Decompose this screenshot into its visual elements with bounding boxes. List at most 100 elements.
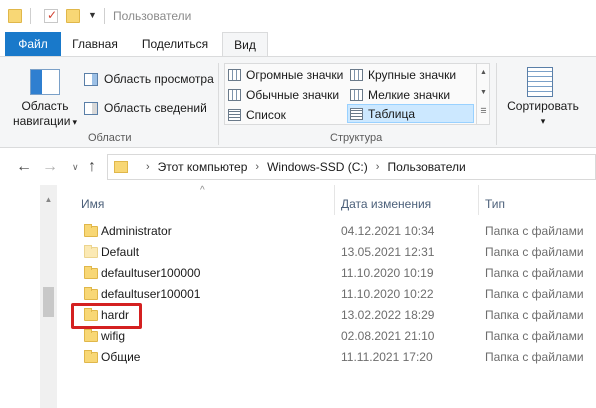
file-date: 13.02.2022 18:29 <box>341 308 435 322</box>
folder-icon <box>114 161 128 173</box>
tab-view[interactable]: Вид <box>222 32 268 57</box>
file-type: Папка с файлами <box>485 287 584 301</box>
chevron-down-icon: ▾ <box>540 116 546 126</box>
small-icons-icon <box>350 88 363 101</box>
layout-details[interactable]: Таблица <box>347 104 474 123</box>
layout-label: Крупные значки <box>368 67 457 82</box>
folder-icon <box>84 224 98 237</box>
details-pane-button[interactable]: Область сведений <box>84 98 207 118</box>
sort-label: Сортировать <box>507 99 579 113</box>
layout-medium-icons[interactable]: Обычные значки <box>226 85 346 104</box>
navigation-pane-label-2: навигации <box>13 114 71 128</box>
new-folder-icon[interactable] <box>66 9 80 23</box>
toolbar-divider <box>30 8 31 24</box>
table-row[interactable]: defaultuser100001 11.10.2020 10:22 Папка… <box>58 284 596 305</box>
file-date: 11.10.2020 10:19 <box>341 266 434 280</box>
layout-gallery-scroller[interactable]: ▲ ▼ ☰ <box>476 63 490 125</box>
preview-pane-button[interactable]: Область просмотра <box>84 69 214 89</box>
file-name: Administrator <box>101 224 172 238</box>
navigation-pane-label-1: Область <box>21 99 69 113</box>
column-header-name[interactable]: Имя <box>81 193 104 215</box>
scroll-up-icon[interactable]: ▲ <box>40 195 57 204</box>
column-divider[interactable] <box>478 185 479 215</box>
quick-access-dropdown-icon[interactable]: ▼ <box>88 10 97 20</box>
layout-label: Мелкие значки <box>368 87 451 102</box>
file-type: Папка с файлами <box>485 329 584 343</box>
navigation-pane-button[interactable]: Область навигации ▾ <box>12 99 78 130</box>
up-icon[interactable]: ↑ <box>88 158 96 176</box>
file-date: 04.12.2021 10:34 <box>341 224 435 238</box>
sort-icon[interactable] <box>527 67 553 97</box>
layout-extra-large-icons[interactable]: Огромные значки <box>226 65 346 84</box>
sort-button[interactable]: Сортировать ▾ <box>500 99 586 129</box>
scroll-down-icon[interactable]: ▼ <box>477 83 490 103</box>
breadcrumb-this-pc[interactable]: Этот компьютер <box>158 160 248 174</box>
navigation-row: ← → ∨ ↑ › Этот компьютер › Windows-SSD (… <box>0 149 596 185</box>
breadcrumb-drive[interactable]: Windows-SSD (C:) <box>267 160 368 174</box>
file-date: 13.05.2021 12:31 <box>341 245 435 259</box>
file-type: Папка с файлами <box>485 350 584 364</box>
file-type: Папка с файлами <box>485 308 584 322</box>
expand-gallery-icon[interactable]: ☰ <box>477 103 490 121</box>
file-name: Общие <box>101 350 141 364</box>
file-name: wifig <box>101 329 126 343</box>
layout-label: Обычные значки <box>246 87 340 102</box>
tab-share[interactable]: Поделиться <box>136 32 214 56</box>
table-row[interactable]: wifig 02.08.2021 21:10 Папка с файлами <box>58 326 596 347</box>
group-divider <box>496 63 497 145</box>
column-header-type[interactable]: Тип <box>485 193 505 215</box>
breadcrumb-separator[interactable]: › <box>146 161 150 173</box>
column-header-date[interactable]: Дата изменения <box>341 193 431 215</box>
layout-label: Таблица <box>368 106 416 121</box>
folder-icon <box>84 350 98 363</box>
table-row[interactable]: Default 13.05.2021 12:31 Папка с файлами <box>58 242 596 263</box>
file-date: 11.11.2021 17:20 <box>341 350 433 364</box>
file-type: Папка с файлами <box>485 224 584 238</box>
breadcrumb-separator[interactable]: › <box>255 161 259 173</box>
layout-large-icons[interactable]: Крупные значки <box>348 65 474 84</box>
window-title: Пользователи <box>113 9 192 23</box>
folder-icon <box>84 266 98 279</box>
details-pane-icon <box>84 101 98 115</box>
folder-icon <box>8 9 22 23</box>
scrollbar-thumb[interactable] <box>43 287 54 317</box>
back-icon[interactable]: ← <box>16 158 32 176</box>
file-type: Папка с файлами <box>485 266 584 280</box>
title-bar: ▼ Пользователи <box>0 0 596 32</box>
file-date: 11.10.2020 10:22 <box>341 287 434 301</box>
navigation-pane: ▲ <box>0 185 58 408</box>
list-icon <box>228 108 241 121</box>
table-row[interactable]: Общие 11.11.2021 17:20 Папка с файлами <box>58 347 596 368</box>
tab-home[interactable]: Главная <box>68 32 122 56</box>
table-row[interactable]: Administrator 04.12.2021 10:34 Папка с ф… <box>58 221 596 242</box>
ribbon-panel: Область навигации ▾ Область просмотра Обл… <box>0 56 596 148</box>
file-type: Папка с файлами <box>485 245 584 259</box>
properties-icon[interactable] <box>44 8 58 23</box>
scroll-up-icon[interactable]: ▲ <box>477 63 490 83</box>
breadcrumb-users[interactable]: Пользователи <box>387 160 465 174</box>
address-bar[interactable]: › Этот компьютер › Windows-SSD (C:) › По… <box>107 154 596 180</box>
group-divider <box>218 63 219 145</box>
medium-icons-icon <box>228 88 241 101</box>
file-name: defaultuser100001 <box>101 287 201 301</box>
file-date: 02.08.2021 21:10 <box>341 329 435 343</box>
highlight-annotation <box>71 303 142 329</box>
sort-ascending-icon: ^ <box>200 185 205 196</box>
folder-icon <box>84 287 98 300</box>
layout-label: Список <box>246 107 286 122</box>
forward-icon[interactable]: → <box>42 158 58 176</box>
navigation-pane-scrollbar[interactable]: ▲ <box>40 185 57 408</box>
column-divider[interactable] <box>334 185 335 215</box>
navigation-pane-icon[interactable] <box>30 69 60 95</box>
layout-label: Огромные значки <box>246 67 344 82</box>
tab-file[interactable]: Файл <box>5 32 61 56</box>
breadcrumb-separator[interactable]: › <box>376 161 380 173</box>
ribbon-tabs: Файл Главная Поделиться Вид <box>0 32 596 57</box>
table-row[interactable]: defaultuser100000 11.10.2020 10:19 Папка… <box>58 263 596 284</box>
details-pane-label: Область сведений <box>104 101 207 115</box>
layout-list[interactable]: Список <box>226 105 346 124</box>
recent-locations-icon[interactable]: ∨ <box>72 162 79 173</box>
extra-large-icons-icon <box>228 68 241 81</box>
file-name: defaultuser100000 <box>101 266 201 280</box>
layout-small-icons[interactable]: Мелкие значки <box>348 85 474 104</box>
